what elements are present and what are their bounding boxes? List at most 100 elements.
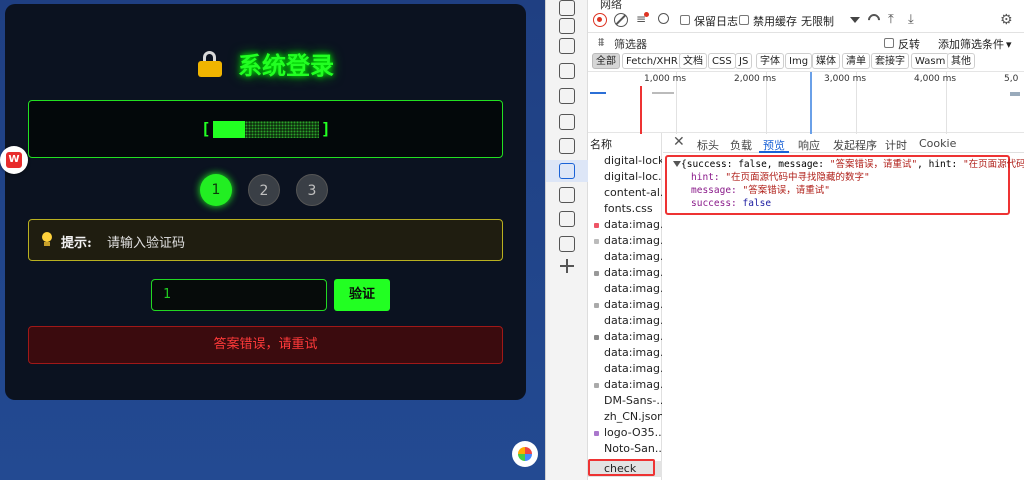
clear-icon[interactable] (614, 13, 628, 27)
request-row[interactable]: fonts.css (588, 201, 662, 217)
request-row[interactable]: logo-O35... (588, 425, 662, 441)
hint-label: 提示: (61, 236, 92, 251)
type-filter-manifest[interactable]: 清单 (842, 53, 870, 69)
json-summary-line: {success: false, message: "答案错误，请重试", hi… (681, 159, 1024, 170)
code-input[interactable]: 1 (151, 279, 327, 311)
request-row[interactable]: data:imag... (588, 313, 662, 329)
filter-funnel-icon: ⩩ (598, 35, 605, 49)
tab-payload[interactable]: 负载 (730, 137, 752, 153)
upload-icon[interactable]: ⤒ (888, 12, 894, 27)
detail-tabs: ✕ 标头 负载 预览 响应 发起程序 计时 Cookie (663, 133, 1024, 153)
close-icon[interactable]: ✕ (673, 134, 685, 150)
wps-float-button[interactable]: W (0, 146, 28, 174)
type-filter-js[interactable]: JS (735, 53, 753, 69)
type-filter-fetch[interactable]: Fetch/XHR (622, 53, 682, 69)
type-filter-socket[interactable]: 套接字 (871, 53, 909, 69)
request-row[interactable]: data:imag... (588, 329, 662, 345)
invert-checkbox[interactable] (884, 38, 894, 48)
network-panel: 网络 ≡ 保留日志 禁用缓存 无限制 ⤒ ⤓ ⚙ ⩩ 筛选器 反转 添加筛选条件 (588, 0, 1024, 480)
error-message: 答案错误，请重试 (28, 326, 503, 364)
type-filter-img[interactable]: Img (785, 53, 813, 69)
request-row[interactable]: digital-lock (588, 153, 662, 169)
request-row[interactable]: data:imag... (588, 217, 662, 233)
add-tool-icon[interactable] (559, 258, 575, 274)
chevron-down-icon[interactable] (850, 17, 860, 23)
request-row[interactable]: DM-Sans-... (588, 393, 662, 409)
step-1: 1 (200, 174, 232, 206)
record-icon[interactable] (593, 13, 607, 27)
wps-logo-icon: W (6, 152, 22, 168)
tab-initiator[interactable]: 发起程序 (833, 137, 877, 153)
request-row[interactable]: zh_CN.json (588, 409, 662, 425)
request-row[interactable]: data:imag... (588, 249, 662, 265)
step-indicator: 1 2 3 (200, 174, 340, 208)
page-viewport: 系统登录 [ ] 1 2 3 提示: 请输入验证码 1 验证 答案错误，请重试 … (0, 0, 545, 480)
timeline-dcl-marker (810, 72, 812, 134)
type-filter-doc[interactable]: 文档 (679, 53, 707, 69)
lightbulb-icon (41, 232, 53, 248)
request-row[interactable]: digital-loc... (588, 169, 662, 185)
network-conditions-icon[interactable] (865, 11, 883, 29)
devtools-activity-bar (546, 0, 588, 480)
performance-icon[interactable] (559, 187, 575, 203)
request-row[interactable]: data:imag... (588, 281, 662, 297)
type-filter-font[interactable]: 字体 (756, 53, 784, 69)
type-filter-media[interactable]: 媒体 (812, 53, 840, 69)
progress-bar: [ ] (201, 118, 331, 140)
elements-icon[interactable] (559, 38, 575, 54)
request-row[interactable]: data:imag... (588, 345, 662, 361)
step-2: 2 (248, 174, 280, 206)
page-title: 系统登录 (238, 52, 335, 80)
device-icon[interactable] (559, 18, 575, 34)
console-icon[interactable] (559, 114, 575, 130)
sources-code-icon[interactable] (559, 88, 575, 104)
filter-input[interactable]: 筛选器 (614, 36, 647, 52)
request-row[interactable]: Noto-San... (588, 441, 662, 457)
throttle-select[interactable]: 无限制 (801, 13, 834, 29)
type-filter-other[interactable]: 其他 (947, 53, 975, 69)
preserve-log-checkbox[interactable] (680, 15, 690, 25)
invert-label: 反转 (898, 38, 920, 51)
tab-timing[interactable]: 计时 (885, 137, 907, 153)
tab-response[interactable]: 响应 (798, 137, 820, 153)
expand-triangle-icon[interactable] (673, 161, 681, 167)
download-icon[interactable]: ⤓ (908, 12, 914, 27)
timeline-tick: 3,000 ms (824, 74, 867, 84)
json-message-line: message: "答案错误，请重试" (691, 185, 830, 196)
timeline-request-bar (652, 92, 674, 94)
type-filter-css[interactable]: CSS (708, 53, 736, 69)
tab-cookie[interactable]: Cookie (919, 137, 956, 150)
bug-icon[interactable] (559, 138, 575, 154)
network-toolbar: ≡ 保留日志 禁用缓存 无限制 ⤒ ⤓ ⚙ (588, 10, 1024, 32)
type-filter-all[interactable]: 全部 (592, 53, 620, 69)
progress-remaining (245, 121, 319, 138)
request-row[interactable]: data:imag... (588, 361, 662, 377)
timeline-tick: 2,000 ms (734, 74, 777, 84)
request-row[interactable]: data:imag... (588, 297, 662, 313)
extension-float-icon[interactable] (512, 441, 538, 467)
application-icon[interactable] (559, 236, 575, 252)
json-hint-line: hint: "在页面源代码中寻找隐藏的数字" (691, 172, 870, 183)
request-row[interactable]: data:imag... (588, 265, 662, 281)
welcome-home-icon[interactable] (559, 63, 575, 79)
inspect-icon[interactable] (559, 0, 575, 16)
filter-active-dot (644, 12, 649, 17)
request-row[interactable]: data:imag... (588, 233, 662, 249)
disable-cache-checkbox[interactable] (739, 15, 749, 25)
check-request-highlight (588, 459, 655, 476)
request-row[interactable]: content-al... (588, 185, 662, 201)
settings-gear-icon[interactable] (559, 211, 575, 227)
verify-button[interactable]: 验证 (334, 279, 390, 311)
type-filter-wasm[interactable]: Wasm (911, 53, 950, 69)
network-wifi-icon[interactable] (559, 163, 575, 179)
bracket-left: [ (201, 119, 211, 138)
title-row: 系统登录 (5, 46, 526, 81)
progress-display: [ ] (28, 100, 503, 158)
request-name-column: 名称 digital-lock digital-loc... content-a… (588, 133, 662, 480)
more-filters-dropdown[interactable]: 添加筛选条件 (938, 36, 1012, 52)
bracket-right: ] (321, 119, 331, 138)
tab-headers[interactable]: 标头 (697, 137, 719, 153)
request-row[interactable]: data:imag... (588, 377, 662, 393)
gear-icon[interactable]: ⚙ (1000, 12, 1013, 28)
search-icon[interactable] (658, 13, 669, 24)
